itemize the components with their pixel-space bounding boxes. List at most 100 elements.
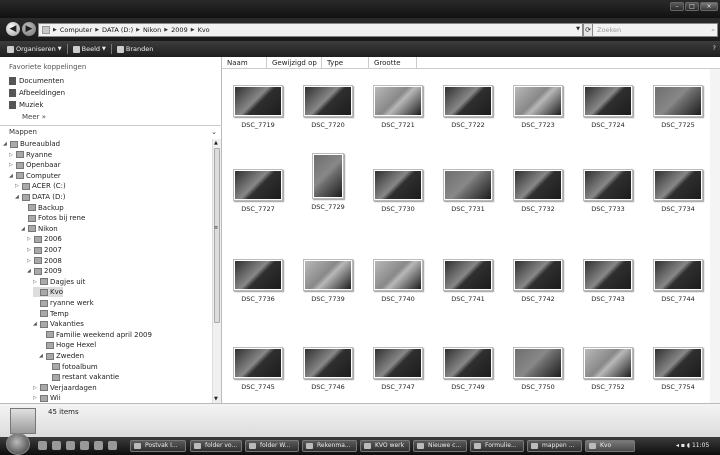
tree-item[interactable]: Kvo (33, 287, 64, 298)
tree-item[interactable]: ▷ Verjaardagen (33, 383, 97, 393)
search-input[interactable]: Zoeken ⌕ (592, 23, 718, 37)
file-thumbnail[interactable]: DSC_7742 (508, 259, 568, 303)
file-thumbnail[interactable]: DSC_7743 (578, 259, 638, 303)
collapsed-arrow-icon[interactable]: ▷ (33, 385, 38, 391)
more-link[interactable]: Meer » (22, 113, 46, 121)
tree-item[interactable]: ◢ Nikon (21, 224, 58, 234)
file-thumbnail[interactable]: DSC_7744 (648, 259, 708, 303)
forward-button[interactable]: ▶ (22, 22, 36, 36)
taskbar-button[interactable]: Rekenma... (302, 440, 357, 452)
tree-item[interactable]: Fotos bij rene (21, 213, 85, 223)
quicklaunch-icon[interactable] (108, 441, 117, 450)
file-thumbnail[interactable]: DSC_7723 (508, 85, 568, 129)
taskbar-button[interactable]: KVO werk (360, 440, 410, 452)
tree-item[interactable]: ▷ Openbaar (9, 160, 61, 170)
tree-item[interactable]: ▷ 2008 (27, 256, 62, 266)
tree-item[interactable]: Hoge Hexel (39, 340, 96, 350)
file-thumbnail[interactable]: DSC_7721 (368, 85, 428, 129)
maximize-button[interactable]: □ (685, 2, 699, 11)
close-button[interactable]: × (700, 2, 718, 11)
start-button[interactable] (6, 433, 30, 455)
tree-item[interactable]: ◢ Computer (9, 171, 61, 181)
expanded-arrow-icon[interactable]: ◢ (33, 321, 38, 327)
file-thumbnail[interactable]: DSC_7732 (508, 169, 568, 213)
quicklaunch-icon[interactable] (52, 441, 61, 450)
favorite-pictures[interactable]: Afbeeldingen (9, 89, 65, 97)
quicklaunch-icon[interactable] (66, 441, 75, 450)
content-scrollbar[interactable] (710, 69, 720, 403)
tree-item[interactable]: ▷ ACER (C:) (15, 181, 66, 191)
expanded-arrow-icon[interactable]: ◢ (21, 226, 26, 232)
file-thumbnail[interactable]: DSC_7724 (578, 85, 638, 129)
collapsed-arrow-icon[interactable]: ▷ (27, 247, 32, 253)
collapsed-arrow-icon[interactable]: ▷ (33, 395, 38, 401)
scroll-down-icon[interactable]: ▼ (214, 396, 218, 402)
tree-item[interactable]: ▷ Ryanne (9, 150, 52, 160)
burn-button[interactable]: Branden (114, 45, 156, 53)
tree-item[interactable]: Familie weekend april 2009 (39, 330, 152, 340)
file-thumbnail[interactable]: DSC_7754 (648, 347, 708, 391)
expanded-arrow-icon[interactable]: ◢ (27, 268, 32, 274)
breadcrumb-nikon[interactable]: Nikon (143, 26, 161, 34)
file-thumbnail[interactable]: DSC_7752 (578, 347, 638, 391)
taskbar-button[interactable]: Nieuwe c... (413, 440, 467, 452)
collapsed-arrow-icon[interactable]: ▷ (33, 279, 38, 285)
file-thumbnail[interactable]: DSC_7750 (508, 347, 568, 391)
tree-item[interactable]: Backup (21, 203, 64, 213)
tree-item[interactable]: ◢ Zweden (39, 351, 84, 361)
tray-icons[interactable]: ◂ ▪ ◖ (676, 442, 692, 449)
collapsed-arrow-icon[interactable]: ▷ (9, 152, 14, 158)
file-thumbnail[interactable]: DSC_7745 (228, 347, 288, 391)
view-button[interactable]: Beeld ▼ (70, 45, 109, 53)
tree-item[interactable]: Temp (33, 309, 69, 319)
file-thumbnail[interactable]: DSC_7741 (438, 259, 498, 303)
column-type[interactable]: Type (322, 57, 369, 69)
breadcrumb-data[interactable]: DATA (D:) (102, 26, 133, 34)
folder-tree-scrollbar[interactable]: ▲ ≡ ▼ (212, 139, 221, 403)
expanded-arrow-icon[interactable]: ◢ (3, 141, 8, 147)
tree-item[interactable]: ▷ Wii (33, 393, 61, 403)
collapsed-arrow-icon[interactable]: ▷ (27, 236, 32, 242)
tree-item[interactable]: ryanne werk (33, 298, 94, 308)
back-button[interactable]: ◀ (6, 22, 20, 36)
tree-item[interactable]: ▷ Dagjes uit (33, 277, 85, 287)
tree-item[interactable]: ◢ Vakanties (33, 319, 84, 329)
tree-item[interactable]: fotoalbum (45, 362, 98, 372)
taskbar-button[interactable]: folder vo... (190, 440, 242, 452)
expanded-arrow-icon[interactable]: ◢ (39, 353, 44, 359)
tree-item[interactable]: ▷ 2006 (27, 234, 62, 244)
file-thumbnail[interactable]: DSC_7746 (298, 347, 358, 391)
show-desktop-icon[interactable] (38, 441, 47, 450)
file-thumbnail[interactable]: DSC_7731 (438, 169, 498, 213)
browser-icon[interactable] (94, 441, 103, 450)
help-icon[interactable]: ? (713, 44, 716, 52)
collapsed-arrow-icon[interactable]: ▷ (27, 258, 32, 264)
taskbar-button[interactable]: Kvo (585, 440, 635, 452)
favorite-documents[interactable]: Documenten (9, 77, 64, 85)
file-thumbnail[interactable]: DSC_7725 (648, 85, 708, 129)
minimize-button[interactable]: – (670, 2, 684, 11)
organize-button[interactable]: Organiseren ▼ (4, 45, 65, 53)
taskbar-button[interactable]: mappen ... (527, 440, 582, 452)
tree-item[interactable]: ▷ 2007 (27, 245, 62, 255)
taskbar-button[interactable]: Postvak I... (130, 440, 186, 452)
breadcrumb-2009[interactable]: 2009 (171, 26, 188, 34)
collapsed-arrow-icon[interactable]: ▷ (9, 162, 14, 168)
file-thumbnail[interactable]: DSC_7734 (648, 169, 708, 213)
file-thumbnail[interactable]: DSC_7739 (298, 259, 358, 303)
column-modified[interactable]: Gewijzigd op (267, 57, 322, 69)
file-thumbnail[interactable]: DSC_7719 (228, 85, 288, 129)
tree-item[interactable]: ◢ Bureaublad (3, 139, 60, 149)
folders-header[interactable]: Mappen ⌄ (0, 125, 222, 137)
column-name[interactable]: Naam (222, 57, 267, 69)
file-thumbnail[interactable]: DSC_7736 (228, 259, 288, 303)
breadcrumb-kvo[interactable]: Kvo (198, 26, 210, 34)
scroll-up-icon[interactable]: ▲ (214, 140, 218, 146)
clock[interactable]: 11:05 (692, 442, 709, 449)
collapsed-arrow-icon[interactable]: ▷ (15, 183, 20, 189)
search-icon[interactable]: ⌕ (711, 24, 715, 36)
tree-item[interactable]: ◢ 2009 (27, 266, 62, 276)
breadcrumb-computer[interactable]: Computer (60, 26, 92, 34)
address-bar[interactable]: ▶ Computer ▶ DATA (D:) ▶ Nikon ▶ 2009 ▶ … (38, 23, 583, 37)
scrollbar-thumb[interactable] (214, 148, 220, 323)
